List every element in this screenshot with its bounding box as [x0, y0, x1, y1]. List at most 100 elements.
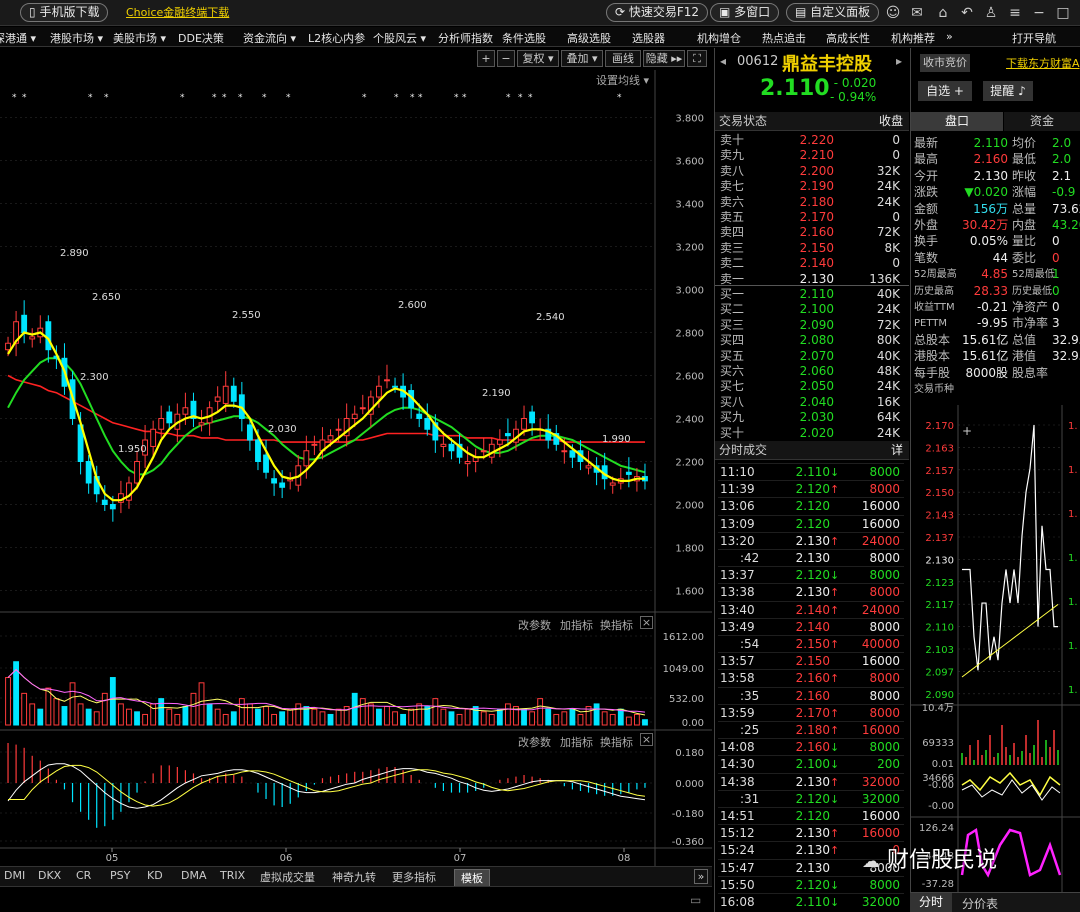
choice-download-link[interactable]: Choice金融终端下载: [126, 4, 229, 20]
bids-row[interactable]: 买七 2.050 24K: [718, 379, 904, 394]
intraday-tick-label: 2.163: [925, 443, 954, 454]
change-param-link[interactable]: 改参数: [518, 617, 551, 633]
close-icon[interactable]: ×: [640, 616, 653, 629]
asks-row[interactable]: 卖五 2.170 0: [718, 210, 904, 225]
menu-item[interactable]: 港股市场 ▾: [50, 30, 103, 46]
bids-row[interactable]: 买十 2.020 24K: [718, 426, 904, 441]
mail-icon[interactable]: ✉: [908, 4, 926, 22]
multi-window-button[interactable]: ▣ 多窗口: [710, 3, 780, 22]
overlay-dropdown[interactable]: 叠加 ▾: [561, 50, 603, 67]
custom-panel-button[interactable]: ▤ 自定义面板: [786, 3, 880, 22]
tab-dkx[interactable]: DKX: [38, 869, 61, 882]
tab-virtual-volume[interactable]: 虚拟成交量: [260, 869, 315, 885]
tab-intraday[interactable]: 分时: [910, 893, 952, 912]
mobile-download-button[interactable]: ▯ 手机版下载: [20, 3, 109, 22]
level-label: 买三: [720, 317, 745, 332]
menu-item[interactable]: 个股风云 ▾: [373, 30, 426, 46]
minimize-panel-icon[interactable]: ▭: [690, 893, 701, 907]
close-auction-button[interactable]: 收市竞价: [920, 54, 970, 72]
quote-row: 外盘 30.42万内盘 43.20: [912, 218, 1080, 233]
quick-trade-button[interactable]: ⟳ 快速交易F12: [606, 3, 709, 22]
menu-item[interactable]: 深港通 ▾: [0, 30, 36, 46]
switch-indicator-link[interactable]: 换指标: [600, 617, 633, 633]
bids-row[interactable]: 买二 2.100 24K: [718, 302, 904, 317]
maximize-icon[interactable]: □: [1054, 4, 1072, 22]
download-link[interactable]: 下载东方财富A: [1006, 55, 1080, 71]
add-indicator-link[interactable]: 加指标: [560, 734, 593, 750]
prev-stock-icon[interactable]: ◂: [720, 54, 726, 68]
add-watchlist-button[interactable]: 自选 +: [918, 81, 972, 101]
kline-chart[interactable]: 3.800 3.600 3.400 3.200 3.000 2.800 2.600 2.400…: [0, 70, 712, 872]
menu-item[interactable]: 条件选股: [502, 30, 546, 46]
asks-row[interactable]: 卖四 2.160 72K: [718, 225, 904, 240]
next-stock-icon[interactable]: ▸: [896, 54, 902, 68]
tab-fund[interactable]: 资金: [1004, 112, 1080, 131]
user-icon[interactable]: ☺: [884, 4, 902, 22]
tab-trix[interactable]: TRIX: [220, 869, 245, 882]
tab-more-indicators[interactable]: 更多指标: [392, 869, 436, 885]
draw-line-button[interactable]: 画线: [605, 50, 641, 67]
tab-dma[interactable]: DMA: [181, 869, 207, 882]
tick-row: 13:38 2.130 ↑ 8000: [718, 583, 904, 600]
tab-dmi[interactable]: DMI: [4, 869, 25, 882]
quote-value: 2.130: [973, 168, 1008, 183]
tab-nine-turn[interactable]: 神奇九转: [332, 869, 376, 885]
crosshair-plus-icon[interactable]: +: [962, 424, 972, 438]
fullscreen-icon[interactable]: ⛶: [687, 50, 707, 67]
asks-row[interactable]: 卖二 2.140 0: [718, 256, 904, 271]
back-icon[interactable]: ↶: [958, 4, 976, 22]
menu-icon[interactable]: ≡: [1006, 4, 1024, 22]
zoom-in-button[interactable]: +: [477, 50, 495, 67]
quote-value: 1: [1052, 267, 1060, 282]
menu-item[interactable]: 机构推荐: [891, 30, 935, 46]
menu-item[interactable]: 高级选股: [567, 30, 611, 46]
menu-item[interactable]: 打开导航: [1012, 30, 1056, 46]
tab-price-table[interactable]: 分价表: [962, 895, 998, 912]
tab-template[interactable]: 模板: [454, 869, 490, 887]
fuquan-dropdown[interactable]: 复权 ▾: [517, 50, 559, 67]
menu-item[interactable]: 资金流向 ▾: [243, 30, 296, 46]
menu-more[interactable]: »: [946, 30, 953, 43]
switch-indicator-link[interactable]: 换指标: [600, 734, 633, 750]
zoom-out-button[interactable]: −: [497, 50, 515, 67]
tab-cr[interactable]: CR: [76, 869, 91, 882]
bids-row[interactable]: 买一 2.110 40K: [718, 287, 904, 302]
menu-item[interactable]: 高成长性: [826, 30, 870, 46]
minimize-icon[interactable]: −: [1030, 4, 1048, 22]
menu-item[interactable]: 热点追击: [762, 30, 806, 46]
ticks-detail-button[interactable]: 详: [891, 441, 903, 460]
price-change: - 0.020 - 0.94%: [830, 76, 876, 104]
asks-row[interactable]: 卖九 2.210 0: [718, 148, 904, 163]
bids-row[interactable]: 买八 2.040 16K: [718, 395, 904, 410]
menu-item[interactable]: 分析师指数: [438, 30, 493, 46]
add-indicator-link[interactable]: 加指标: [560, 617, 593, 633]
level-volume: 72K: [876, 225, 900, 240]
bids-row[interactable]: 买九 2.030 64K: [718, 410, 904, 425]
tab-psy[interactable]: PSY: [110, 869, 130, 882]
tab-kd[interactable]: KD: [147, 869, 163, 882]
menu-item[interactable]: 机构增仓: [697, 30, 741, 46]
menu-item[interactable]: 美股市场 ▾: [113, 30, 166, 46]
hide-button[interactable]: 隐藏 ▸▸: [643, 50, 685, 67]
menu-item[interactable]: L2核心内参: [308, 30, 365, 46]
bids-row[interactable]: 买四 2.080 80K: [718, 333, 904, 348]
bids-row[interactable]: 买五 2.070 40K: [718, 349, 904, 364]
shirt-icon[interactable]: ♙: [982, 4, 1000, 22]
change-param-link[interactable]: 改参数: [518, 734, 551, 750]
asks-row[interactable]: 卖三 2.150 8K: [718, 241, 904, 256]
asks-row[interactable]: 卖六 2.180 24K: [718, 195, 904, 210]
alert-button[interactable]: 提醒 ♪: [983, 81, 1033, 101]
home-icon[interactable]: ⌂: [934, 4, 952, 22]
scroll-right-icon[interactable]: »: [694, 869, 708, 884]
asks-row[interactable]: 卖十 2.220 0: [718, 133, 904, 148]
bids-row[interactable]: 买六 2.060 48K: [718, 364, 904, 379]
bids-row[interactable]: 买三 2.090 72K: [718, 318, 904, 333]
asks-row[interactable]: 卖七 2.190 24K: [718, 179, 904, 194]
menu-item[interactable]: 选股器: [632, 30, 665, 46]
asks-row[interactable]: 卖八 2.200 32K: [718, 164, 904, 179]
close-icon[interactable]: ×: [640, 733, 653, 746]
tab-pankou[interactable]: 盘口: [911, 112, 1003, 131]
menu-item[interactable]: DDE决策: [178, 30, 224, 46]
intraday-right-label: 1.: [1068, 597, 1078, 608]
intraday-chart[interactable]: +2.170 2.163 2.157 2.150 2.143 2.137 2.130 2.12…: [910, 405, 1080, 892]
